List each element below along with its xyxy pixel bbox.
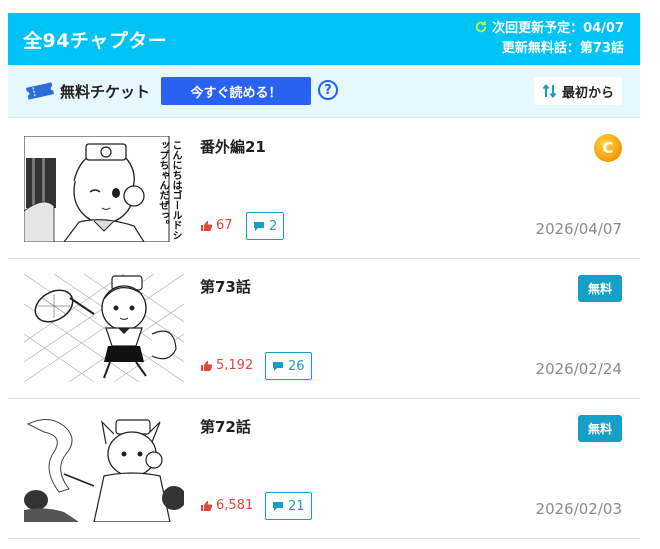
chapter-date: 2026/02/03	[535, 500, 622, 518]
chapter-row[interactable]: 第72話 無料 6,581 21 2026/02/03	[8, 398, 640, 539]
free-badge: 無料	[578, 415, 622, 442]
chapter-row[interactable]: 第73話 無料 5,192 26 2026/02/24	[8, 258, 640, 399]
likes-value: 5,192	[216, 358, 254, 373]
sort-label: 最初から	[561, 85, 614, 101]
thumbs-up-icon	[201, 500, 213, 511]
chapter-title: 番外編21	[200, 138, 266, 156]
likes-value: 67	[216, 218, 233, 233]
chapter-date: 2026/04/07	[535, 220, 622, 238]
sort-icon	[542, 83, 557, 99]
chapter-title: 第73話	[200, 278, 251, 296]
comment-icon	[273, 501, 283, 511]
next-update-text: 次回更新予定：04/07	[492, 21, 624, 36]
comments-button[interactable]: 21	[265, 492, 312, 520]
chapter-thumbnail: こんにちはゴールドシップちゃんだぜっ。	[24, 136, 184, 242]
ticket-icon	[26, 82, 54, 100]
read-now-button[interactable]: 今すぐ読める！	[161, 77, 311, 105]
chapter-date: 2026/02/24	[535, 360, 622, 378]
help-icon[interactable]: ?	[318, 80, 338, 100]
ticket-bar: 無料チケット 今すぐ読める！ ? 最初から	[8, 65, 640, 118]
chapter-row[interactable]: こんにちはゴールドシップちゃんだぜっ。 番外編21 C 67 2 2026/04…	[8, 118, 640, 259]
comments-button[interactable]: 2	[246, 212, 285, 240]
sort-first-button[interactable]: 最初から	[534, 77, 622, 105]
chapter-thumbnail	[24, 414, 184, 522]
update-info: 次回更新予定：04/07 更新無料話：第73話	[474, 19, 624, 59]
chapter-title: 第72話	[200, 418, 251, 436]
free-badge: 無料	[578, 275, 622, 302]
coin-icon: C	[594, 134, 622, 162]
comments-value: 26	[288, 358, 305, 374]
chapter-list-panel: 全94チャプター 次回更新予定：04/07 更新無料話：第73話 無料チケット …	[0, 0, 660, 549]
free-latest-text: 更新無料話：第73話	[501, 41, 624, 56]
comments-value: 21	[288, 498, 305, 514]
thumbs-up-icon	[201, 220, 213, 231]
likes-count: 5,192	[200, 358, 253, 373]
speech-bubble-text: こんにちはゴールドシップちゃんだぜっ。	[157, 140, 181, 240]
chapter-header: 全94チャプター 次回更新予定：04/07 更新無料話：第73話	[8, 13, 640, 65]
thumbs-up-icon	[201, 360, 213, 371]
free-ticket-label: 無料チケット	[60, 83, 151, 101]
comment-icon	[254, 221, 264, 231]
chapter-thumbnail	[24, 274, 184, 382]
likes-count: 6,581	[200, 498, 253, 513]
likes-count: 67	[200, 218, 233, 233]
chapter-count-title: 全94チャプター	[23, 30, 168, 52]
comments-value: 2	[269, 218, 278, 234]
likes-value: 6,581	[216, 498, 254, 513]
comments-button[interactable]: 26	[265, 352, 312, 380]
comment-icon	[273, 361, 283, 371]
refresh-icon	[475, 21, 487, 33]
